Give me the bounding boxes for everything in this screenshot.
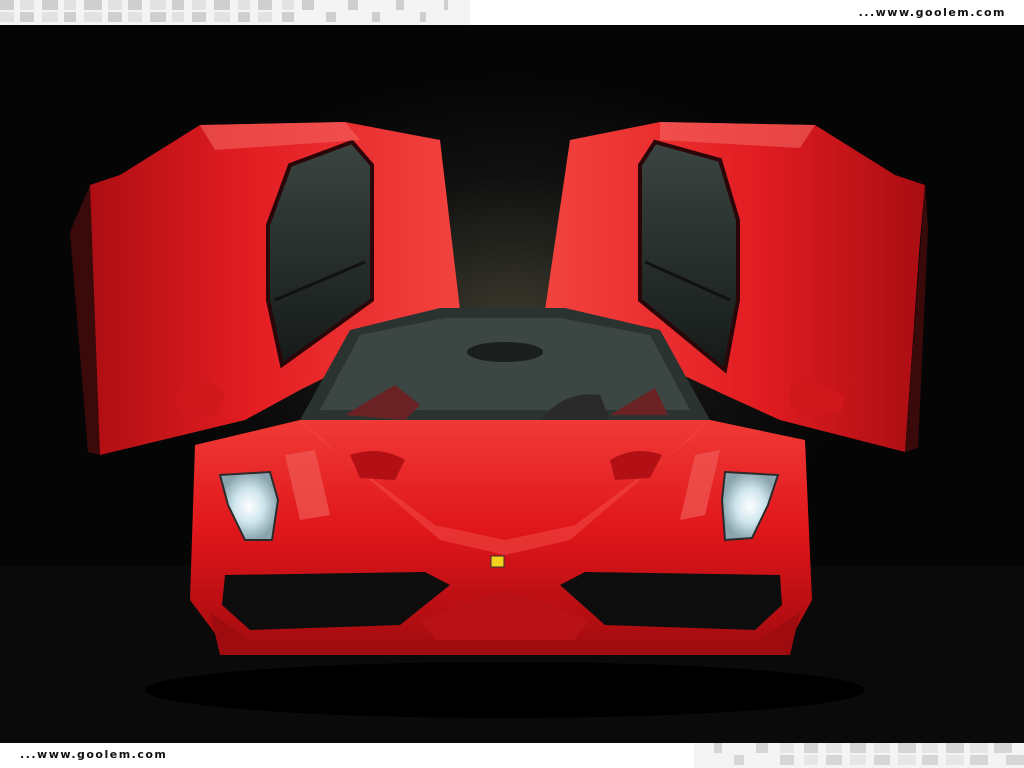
prancing-horse-badge bbox=[490, 555, 505, 568]
bottom-banner: ...www.goolem.com bbox=[0, 743, 1024, 768]
bottom-tile-pattern bbox=[694, 743, 1024, 768]
site-watermark-bottom: ...www.goolem.com bbox=[20, 748, 168, 761]
car-illustration bbox=[0, 25, 1024, 743]
top-banner: ...www.goolem.com bbox=[0, 0, 1024, 25]
site-watermark-top: ...www.goolem.com bbox=[858, 6, 1006, 19]
car-photo bbox=[0, 25, 1024, 743]
top-tile-pattern bbox=[0, 0, 470, 25]
